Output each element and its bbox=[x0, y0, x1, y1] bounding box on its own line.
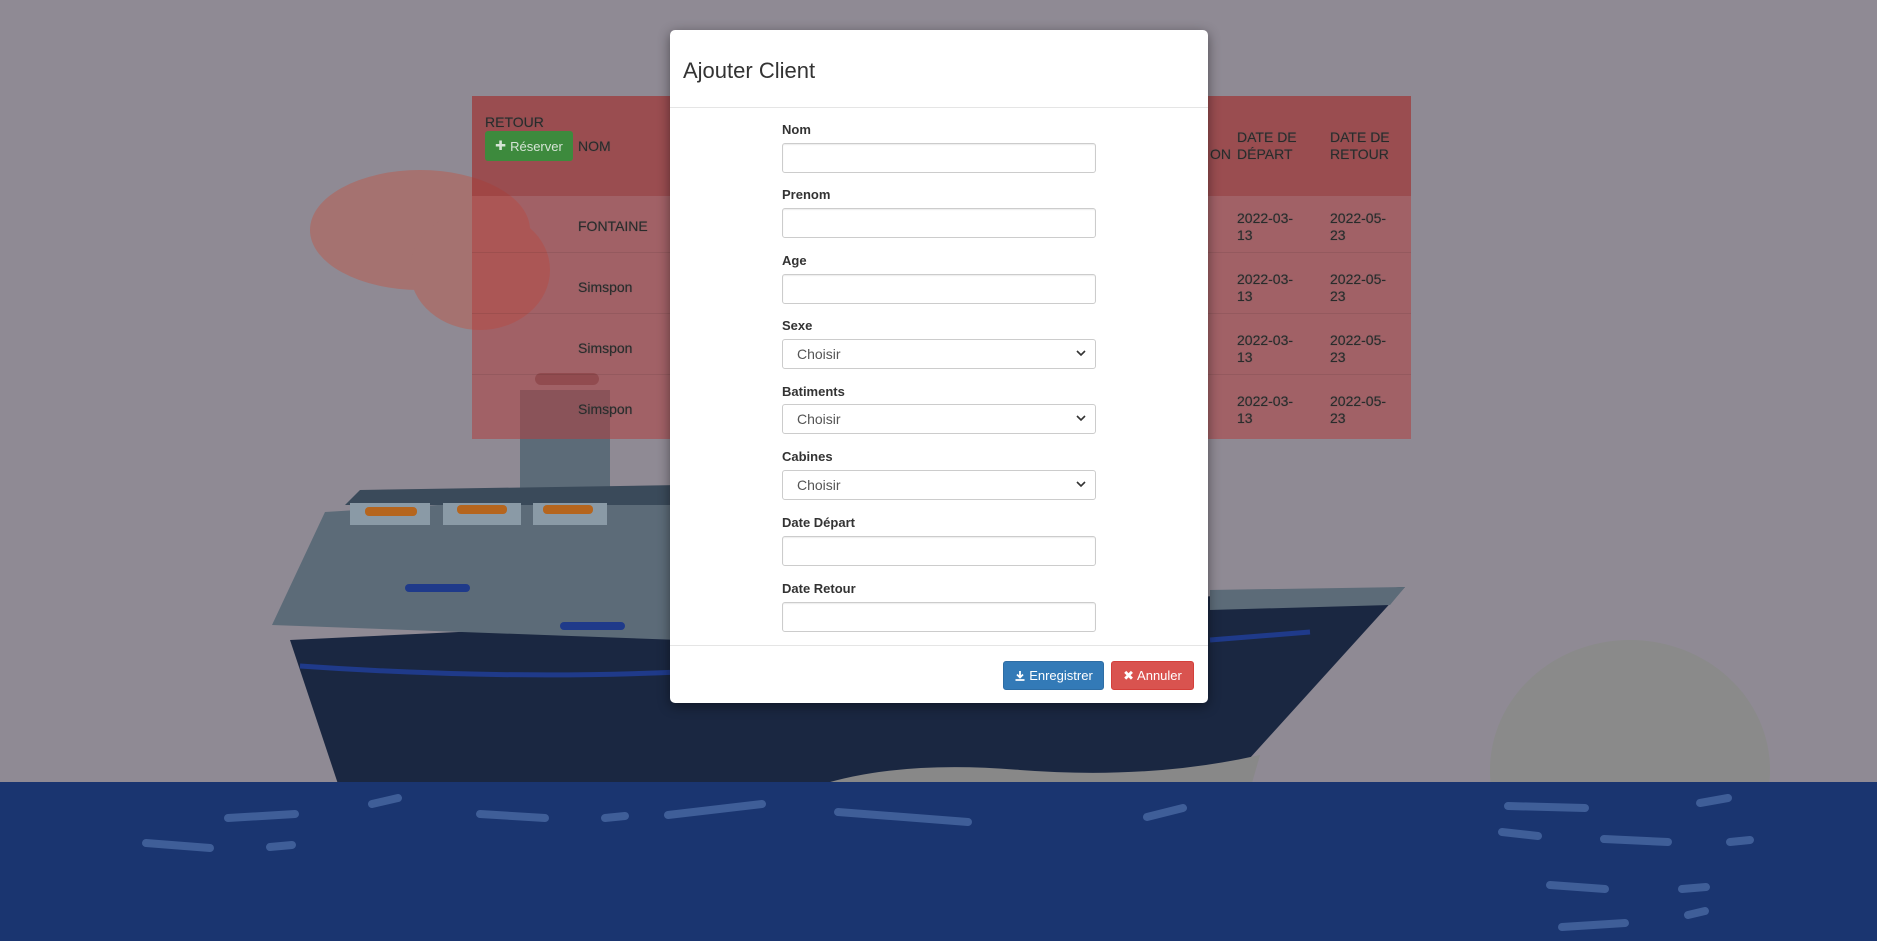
row-nom: Simspon bbox=[578, 279, 633, 295]
nom-label: Nom bbox=[782, 122, 811, 137]
add-client-modal: Ajouter Client Nom Prenom Age Sexe Chois… bbox=[670, 30, 1208, 703]
modal-title: Ajouter Client bbox=[683, 58, 816, 83]
row-date-retour: 2022-05-23 bbox=[1330, 271, 1387, 304]
batiments-selected-value: Choisir bbox=[797, 411, 841, 427]
plus-icon: ✚ bbox=[495, 138, 507, 153]
retour-link[interactable]: RETOUR bbox=[485, 114, 544, 131]
date-depart-label: Date Départ bbox=[782, 515, 855, 530]
date-retour-input[interactable] bbox=[782, 602, 1096, 632]
reserve-button[interactable]: ✚ Réserver bbox=[485, 131, 573, 161]
date-retour-label: Date Retour bbox=[782, 581, 856, 596]
row-date-retour: 2022-05-23 bbox=[1330, 393, 1387, 426]
row-date-retour: 2022-05-23 bbox=[1330, 210, 1387, 243]
age-label: Age bbox=[782, 253, 807, 268]
col-header-partial: ON bbox=[1210, 146, 1231, 162]
date-depart-input[interactable] bbox=[782, 536, 1096, 566]
row-date-depart: 2022-03-13 bbox=[1237, 271, 1294, 304]
prenom-label: Prenom bbox=[782, 187, 831, 202]
modal-header-divider bbox=[670, 107, 1208, 108]
age-input[interactable] bbox=[782, 274, 1096, 304]
sexe-label: Sexe bbox=[782, 318, 813, 333]
download-icon bbox=[1015, 670, 1025, 681]
row-date-retour: 2022-05-23 bbox=[1330, 332, 1387, 365]
row-date-depart: 2022-03-13 bbox=[1237, 210, 1294, 243]
row-date-depart: 2022-03-13 bbox=[1237, 393, 1294, 426]
chevron-down-icon bbox=[1076, 481, 1086, 488]
modal-footer-divider bbox=[670, 645, 1208, 646]
reserve-label: Réserver bbox=[510, 138, 563, 154]
cabines-select[interactable]: Choisir bbox=[782, 470, 1096, 500]
prenom-input[interactable] bbox=[782, 208, 1096, 238]
save-button[interactable]: Enregistrer bbox=[1003, 661, 1104, 690]
chevron-down-icon bbox=[1076, 415, 1086, 422]
cancel-label: Annuler bbox=[1137, 668, 1182, 683]
batiments-select[interactable]: Choisir bbox=[782, 404, 1096, 434]
sexe-selected-value: Choisir bbox=[797, 346, 841, 362]
col-header-date-depart: DATE DE DÉPART bbox=[1237, 129, 1297, 162]
batiments-label: Batiments bbox=[782, 384, 845, 399]
close-icon: ✖ bbox=[1123, 667, 1135, 683]
col-header-nom: NOM bbox=[578, 138, 611, 154]
chevron-down-icon bbox=[1076, 350, 1086, 357]
col-header-date-retour: DATE DE RETOUR bbox=[1330, 129, 1390, 162]
cabines-label: Cabines bbox=[782, 449, 833, 464]
row-nom: Simspon bbox=[578, 340, 633, 356]
row-nom: Simspon bbox=[578, 401, 633, 417]
sexe-select[interactable]: Choisir bbox=[782, 339, 1096, 369]
cabines-selected-value: Choisir bbox=[797, 477, 841, 493]
cancel-button[interactable]: ✖ Annuler bbox=[1111, 661, 1194, 690]
nom-input[interactable] bbox=[782, 143, 1096, 173]
row-nom: FONTAINE bbox=[578, 218, 648, 234]
save-label: Enregistrer bbox=[1029, 668, 1093, 683]
row-date-depart: 2022-03-13 bbox=[1237, 332, 1294, 365]
